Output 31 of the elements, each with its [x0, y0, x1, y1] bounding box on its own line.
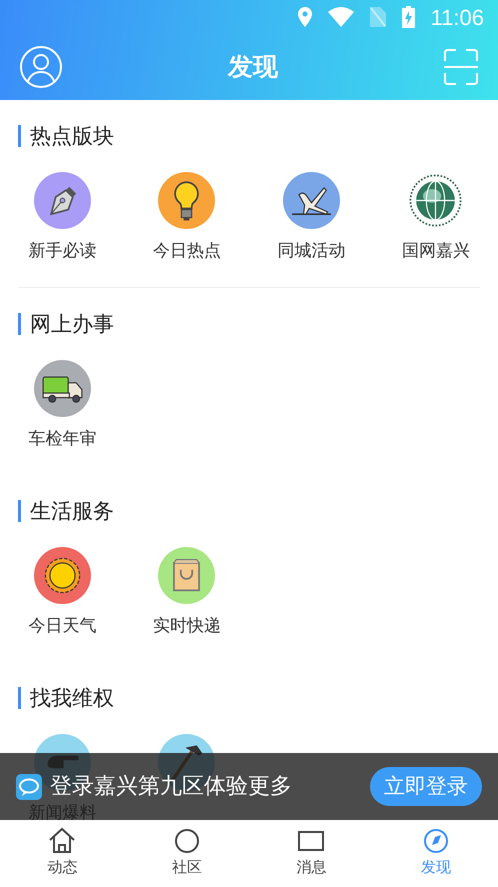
nav-tab[interactable]: 社区 — [124, 820, 249, 887]
no-sim-icon — [370, 7, 386, 27]
pen-icon[interactable] — [34, 172, 91, 229]
page-title: 发现 — [228, 51, 278, 84]
feature-label[interactable]: 国网嘉兴 — [402, 239, 470, 264]
user-icon[interactable] — [20, 46, 62, 88]
globe-logo-icon[interactable] — [407, 172, 464, 229]
nav-tab[interactable]: 动态 — [0, 820, 124, 887]
feature-label[interactable]: 今日天气 — [28, 614, 96, 640]
section-title: 找我维权 — [18, 687, 114, 709]
feature-label[interactable]: 实时快递 — [152, 614, 221, 640]
feature-label[interactable]: 车检年审 — [28, 427, 96, 452]
section-title: 网上办事 — [18, 313, 114, 335]
wifi-icon — [328, 7, 354, 27]
clock-time: 11:06 — [430, 4, 484, 32]
sun-icon[interactable] — [34, 547, 91, 604]
lightbulb-icon[interactable] — [158, 172, 216, 229]
truck-icon[interactable] — [34, 360, 91, 417]
shopping-bag-icon[interactable] — [158, 547, 216, 604]
home-icon — [47, 826, 78, 856]
feature-label[interactable]: 同城活动 — [277, 239, 346, 264]
battery-charging-icon — [402, 6, 415, 28]
section-title: 热点版块 — [18, 125, 114, 147]
location-icon — [298, 7, 312, 27]
login-prompt: 登录嘉兴第九区体验更多 — [50, 773, 292, 801]
section-title: 生活服务 — [18, 500, 114, 522]
chat-bubble-icon — [16, 774, 42, 800]
gymnast-icon[interactable] — [282, 172, 340, 229]
feature-label[interactable]: 今日热点 — [152, 239, 221, 264]
feature-label[interactable]: 新手必读 — [28, 239, 96, 264]
nav-tab[interactable]: 消息 — [249, 820, 374, 887]
